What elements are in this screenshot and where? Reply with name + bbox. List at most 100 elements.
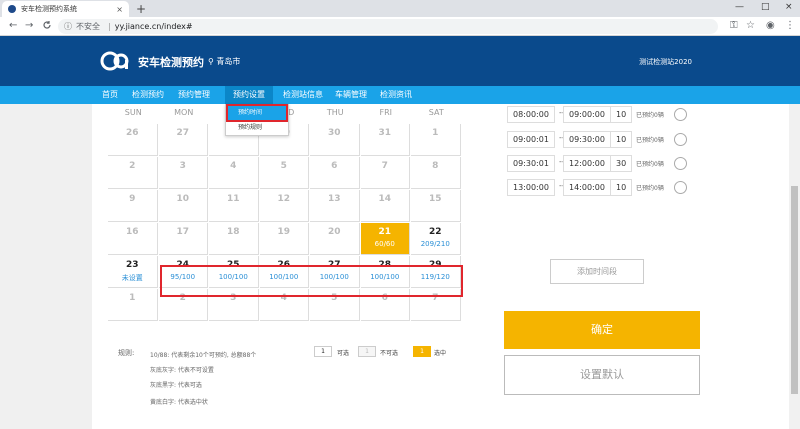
day-capacity: 100/100 — [319, 273, 349, 281]
calendar-day-cell: 7 — [411, 289, 461, 321]
rule-line: 10/88: 代表剩余10个可预约, 总额88个 — [150, 352, 257, 359]
set-default-button[interactable]: 设置默认 — [504, 355, 700, 395]
day-number: 11 — [226, 194, 240, 204]
calendar-day-cell: 19 — [259, 223, 309, 255]
nav-home[interactable]: 首页 — [102, 89, 118, 100]
city-selector[interactable]: ⚲ 青岛市 — [208, 56, 240, 67]
booking-calendar: SUN MON TUE WED THU FRI SAT 262728293031… — [108, 108, 462, 322]
slot-start-input[interactable]: 13:00:00 — [507, 179, 555, 196]
calendar-day-cell[interactable]: 29 119/120 — [411, 256, 461, 288]
calendar-day-cell: 1 — [108, 289, 158, 321]
insecure-label: 不安全 — [76, 22, 100, 31]
calendar-day-cell[interactable]: 25 100/100 — [209, 256, 259, 288]
day-number: 6 — [331, 161, 338, 171]
key-icon[interactable]: ⚿ — [730, 20, 738, 31]
day-number: 16 — [125, 227, 139, 237]
account-icon[interactable]: ◉ — [766, 20, 775, 31]
window-close-button[interactable]: × — [785, 2, 793, 12]
nav-vehicle-management[interactable]: 车辆管理 — [335, 89, 367, 100]
weekday-label: SAT — [428, 108, 444, 117]
day-number: 27 — [176, 128, 190, 138]
day-number: 9 — [129, 194, 136, 204]
day-number: 6 — [381, 293, 388, 303]
slot-end-input[interactable]: 12:00:00 — [563, 155, 611, 172]
calendar-day-cell: 13 — [310, 190, 360, 222]
day-number: 5 — [280, 161, 287, 171]
forward-button[interactable]: → — [25, 20, 33, 31]
slot-start-input[interactable]: 08:00:00 — [507, 106, 555, 123]
day-number: 19 — [277, 227, 291, 237]
tab-close-icon[interactable]: × — [116, 5, 123, 14]
slot-count-input[interactable]: 10 — [610, 106, 632, 123]
menu-item-booking-time[interactable]: 预约时间 — [226, 104, 288, 122]
slot-count-input[interactable]: 30 — [610, 155, 632, 172]
slot-count-input[interactable]: 10 — [610, 179, 632, 196]
address-bar[interactable]: ⓘ 不安全 | yy.jiance.cn/index# — [58, 19, 718, 34]
calendar-day-cell: 27 — [158, 124, 208, 156]
nav-booking-management[interactable]: 预约管理 — [178, 89, 210, 100]
day-number: 15 — [428, 194, 442, 204]
slot-booked-text: 已预约0辆 — [636, 185, 664, 192]
minimize-button[interactable]: — — [735, 2, 744, 12]
day-number: 24 — [176, 260, 190, 270]
day-capacity: 100/100 — [269, 273, 299, 281]
slot-count-input[interactable]: 10 — [610, 131, 632, 148]
calendar-day-cell: 2 — [158, 289, 208, 321]
city-name: 青岛市 — [216, 57, 241, 66]
scrollbar-thumb[interactable] — [791, 186, 798, 394]
weekday-label: THU — [326, 108, 344, 117]
back-button[interactable]: ← — [9, 20, 17, 31]
calendar-day-cell[interactable]: 22 209/210 — [411, 223, 461, 255]
day-number: 4 — [230, 161, 237, 171]
slot-end-input[interactable]: 09:30:00 — [563, 131, 611, 148]
slot-start-input[interactable]: 09:00:01 — [507, 131, 555, 148]
calendar-grid: 2627282930311234567891011121314151617181… — [108, 124, 462, 322]
menu-item-booking-rules[interactable]: 预约规则 — [228, 121, 286, 135]
calendar-day-cell[interactable]: 21 60/60 — [360, 223, 410, 255]
day-number: 29 — [428, 260, 442, 270]
calendar-day-cell[interactable]: 23 未设置 — [108, 256, 158, 288]
day-number: 25 — [226, 260, 240, 270]
slot-end-input[interactable]: 14:00:00 — [563, 179, 611, 196]
calendar-week-row: 2 3 4 5 6 7 8 — [108, 157, 462, 190]
calendar-day-cell[interactable]: 27 100/100 — [310, 256, 360, 288]
nav-booking-settings[interactable]: 预约设置 — [225, 86, 273, 104]
bookmark-star-icon[interactable]: ☆ — [746, 20, 755, 31]
nav-inspection-booking[interactable]: 检测预约 — [132, 89, 164, 100]
calendar-day-cell: 7 — [360, 157, 410, 189]
maximize-button[interactable]: □ — [761, 2, 770, 12]
calendar-day-cell: 17 — [158, 223, 208, 255]
nav-inspection-news[interactable]: 检测资讯 — [380, 89, 412, 100]
slot-start-input[interactable]: 09:30:01 — [507, 155, 555, 172]
calendar-day-cell: 18 — [209, 223, 259, 255]
slot-radio[interactable] — [674, 133, 687, 146]
add-time-slot-button[interactable]: 添加时间段 — [550, 259, 644, 284]
confirm-button[interactable]: 确定 — [504, 311, 700, 349]
info-icon[interactable]: ⓘ — [64, 21, 72, 32]
url-text[interactable]: yy.jiance.cn/index# — [115, 22, 193, 31]
calendar-day-cell[interactable]: 26 100/100 — [259, 256, 309, 288]
slot-end-input[interactable]: 09:00:00 — [563, 106, 611, 123]
menu-icon[interactable]: ⋮ — [785, 20, 795, 31]
time-slot-row: 08:00:00 -- 09:00:00 10 已预约0辆 — [505, 106, 705, 123]
slot-booked-text: 已预约0辆 — [636, 137, 664, 144]
day-number: 3 — [179, 161, 186, 171]
reload-button[interactable] — [42, 20, 52, 33]
browser-tab[interactable]: 安车检测预约系统 × — [2, 1, 129, 17]
calendar-week-row: 23 未设置 24 95/100 25 100/100 26 100/100 27 100/100… — [108, 256, 462, 289]
weekday-label: SUN — [124, 108, 142, 117]
station-name[interactable]: 测试检测站2020 — [639, 57, 692, 67]
calendar-day-cell[interactable]: 28 100/100 — [360, 256, 410, 288]
day-number: 18 — [226, 227, 240, 237]
calendar-day-cell: 9 — [108, 190, 158, 222]
new-tab-button[interactable]: + — [136, 2, 146, 16]
slot-radio[interactable] — [674, 157, 687, 170]
slot-radio[interactable] — [674, 181, 687, 194]
calendar-day-cell[interactable]: 24 95/100 — [158, 256, 208, 288]
day-number: 30 — [327, 128, 341, 138]
slot-radio[interactable] — [674, 108, 687, 121]
day-number: 17 — [176, 227, 190, 237]
calendar-day-cell: 1 — [411, 124, 461, 156]
key-unavailable-label: 不可选 — [380, 350, 399, 357]
nav-station-info[interactable]: 检测站信息 — [283, 89, 323, 100]
